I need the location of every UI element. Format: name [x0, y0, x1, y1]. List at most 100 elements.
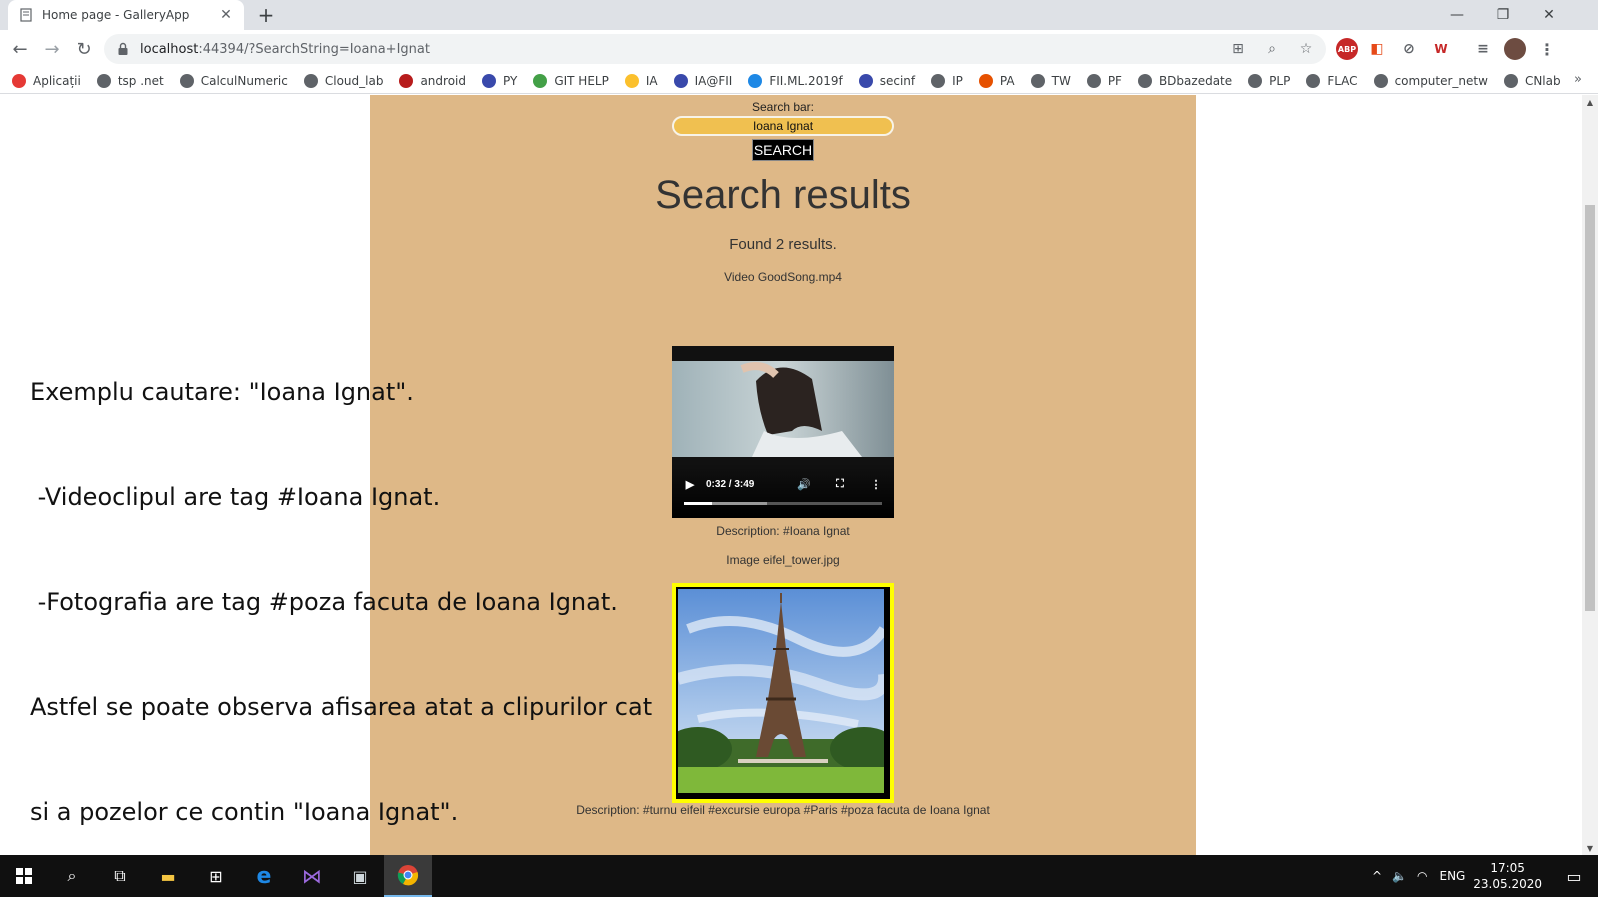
bookmark-favicon-icon	[858, 73, 873, 88]
explanation-line: -Videoclipul are tag #Ioana Ignat.	[30, 483, 441, 511]
bookmark-item[interactable]: secinf	[858, 73, 915, 88]
bookmark-item[interactable]: Cloud_lab	[303, 73, 384, 88]
volume-icon[interactable]: 🔊	[796, 476, 812, 492]
media-control-icon[interactable]: ≡	[1472, 38, 1494, 60]
tab-home-page[interactable]: Home page - GalleryApp ✕	[8, 0, 244, 30]
example-explanation: Exemplu cautare: "Ioana Ignat". -Videocl…	[30, 305, 652, 855]
bookmark-label: FII.ML.2019f	[769, 73, 843, 88]
adblock-icon[interactable]: ABP	[1336, 38, 1358, 60]
page-viewport: Search bar: SEARCH Search results Found …	[0, 95, 1582, 855]
bookmark-label: PY	[503, 73, 518, 88]
start-windows-icon[interactable]	[0, 855, 48, 897]
bookmark-item[interactable]: FLAC	[1306, 73, 1358, 88]
profile-avatar[interactable]	[1504, 38, 1526, 60]
bookmark-label: CNlab	[1524, 73, 1561, 88]
network-tray-icon[interactable]: ◠	[1417, 869, 1427, 883]
edge-icon[interactable]: e	[240, 855, 288, 897]
scroll-down-arrow-icon[interactable]: ▼	[1582, 841, 1598, 855]
bookmark-label: Cloud_lab	[324, 73, 384, 88]
file-explorer-icon[interactable]: ▬	[144, 855, 192, 897]
bookmark-item[interactable]: computer_netw	[1373, 73, 1488, 88]
chrome-icon[interactable]	[384, 855, 432, 897]
more-options-icon[interactable]: ⋮	[868, 476, 884, 492]
bookmarks-more-button[interactable]: »	[1574, 72, 1582, 87]
app-window-icon[interactable]: ▣	[336, 855, 384, 897]
url-path: :44394/?SearchString=Ioana+Ignat	[198, 41, 430, 57]
bookmark-item[interactable]: PF	[1086, 73, 1122, 88]
bookmark-item[interactable]: BDbazedate	[1137, 73, 1233, 88]
bookmark-item[interactable]: TW	[1030, 73, 1071, 88]
notifications-icon[interactable]: ▭	[1550, 855, 1598, 897]
video-player[interactable]: ▶ 0:32 / 3:49 🔊 ⛶ ⋮	[672, 346, 894, 518]
tray-chevron-up-icon[interactable]: ^	[1372, 869, 1382, 883]
bookmark-item[interactable]: IP	[931, 73, 963, 88]
task-view-icon[interactable]: ⧉	[96, 855, 144, 897]
bookmark-item[interactable]: tsp .net	[96, 73, 164, 88]
bookmark-item[interactable]: PLP	[1248, 73, 1290, 88]
tab-title: Home page - GalleryApp	[42, 8, 190, 22]
volume-tray-icon[interactable]: 🔈	[1392, 869, 1407, 883]
bookmark-label: TW	[1051, 73, 1071, 88]
bookmark-item[interactable]: FII.ML.2019f	[748, 73, 843, 88]
store-icon[interactable]: ⊞	[192, 855, 240, 897]
search-input[interactable]	[672, 116, 894, 136]
fullscreen-icon[interactable]: ⛶	[832, 476, 848, 492]
bookmark-label: BDbazedate	[1158, 73, 1233, 88]
reload-button[interactable]: ↻	[72, 37, 96, 61]
eiffel-tower-image	[664, 583, 898, 803]
bookmark-favicon-icon	[303, 73, 318, 88]
video-progress-bar[interactable]	[684, 502, 882, 505]
bookmark-favicon-icon	[1373, 73, 1388, 88]
bookmark-item[interactable]: Aplicații	[12, 73, 81, 88]
language-indicator[interactable]: ENG	[1440, 869, 1466, 883]
bookmark-favicon-icon	[673, 73, 688, 88]
forward-button[interactable]: →	[40, 37, 64, 61]
eiffel-tower-picture	[664, 589, 898, 793]
bookmark-label: IA@FII	[694, 73, 733, 88]
scrollbar-thumb[interactable]	[1585, 205, 1595, 611]
new-tab-button[interactable]: +	[254, 3, 278, 27]
taskbar-clock[interactable]: 17:05 23.05.2020	[1473, 860, 1542, 892]
bookmark-favicon-icon	[1503, 73, 1518, 88]
minimize-button[interactable]: —	[1434, 0, 1480, 30]
clock-time: 17:05	[1490, 861, 1525, 875]
video-frame	[672, 361, 894, 457]
play-icon[interactable]: ▶	[682, 476, 698, 492]
bookmark-item[interactable]: CNlab	[1503, 73, 1561, 88]
search-button[interactable]: SEARCH	[752, 139, 814, 161]
bookmark-item[interactable]: PY	[482, 73, 518, 88]
bookmark-favicon-icon	[1086, 73, 1101, 88]
translate-icon[interactable]: ⊞	[1228, 39, 1248, 59]
bookmark-item[interactable]: IA	[624, 73, 658, 88]
zoom-icon[interactable]: ⌕	[1262, 39, 1282, 59]
bookmark-item[interactable]: PA	[978, 73, 1015, 88]
url-host: localhost	[140, 41, 199, 57]
bookmark-star-icon[interactable]: ☆	[1296, 39, 1316, 59]
bookmark-label: GIT HELP	[554, 73, 609, 88]
extension-w-icon[interactable]: W	[1430, 38, 1452, 60]
bookmark-item[interactable]: GIT HELP	[533, 73, 609, 88]
visual-studio-icon[interactable]: ⋈	[288, 855, 336, 897]
bookmark-label: IA	[645, 73, 658, 88]
block-icon[interactable]: ⊘	[1398, 38, 1420, 60]
bookmark-favicon-icon	[624, 73, 639, 88]
bookmark-label: computer_netw	[1394, 73, 1488, 88]
scroll-up-arrow-icon[interactable]: ▲	[1582, 95, 1598, 109]
bookmark-item[interactable]: IA@FII	[673, 73, 733, 88]
bookmark-item[interactable]: CalculNumeric	[179, 73, 288, 88]
menu-kebab-icon[interactable]: ⋮	[1536, 38, 1558, 60]
system-tray: ^ 🔈 ◠ ENG	[1372, 855, 1465, 897]
close-window-button[interactable]: ✕	[1526, 0, 1572, 30]
address-bar[interactable]: localhost:44394/?SearchString=Ioana+Igna…	[104, 34, 1326, 64]
restore-button[interactable]: ❐	[1480, 0, 1526, 30]
url-text: localhost:44394/?SearchString=Ioana+Igna…	[140, 42, 430, 57]
search-icon[interactable]: ⌕	[48, 855, 96, 897]
close-tab-icon[interactable]: ✕	[218, 7, 234, 23]
bookmark-item[interactable]: android	[399, 73, 466, 88]
browser-toolbar: ← → ↻ localhost:44394/?SearchString=Ioan…	[0, 30, 1598, 68]
office-icon[interactable]: ◧	[1366, 38, 1388, 60]
page-scrollbar[interactable]: ▲ ▼	[1582, 95, 1598, 855]
explanation-line: Exemplu cautare: "Ioana Ignat".	[30, 378, 414, 406]
back-button[interactable]: ←	[8, 37, 32, 61]
bookmark-label: IP	[952, 73, 963, 88]
